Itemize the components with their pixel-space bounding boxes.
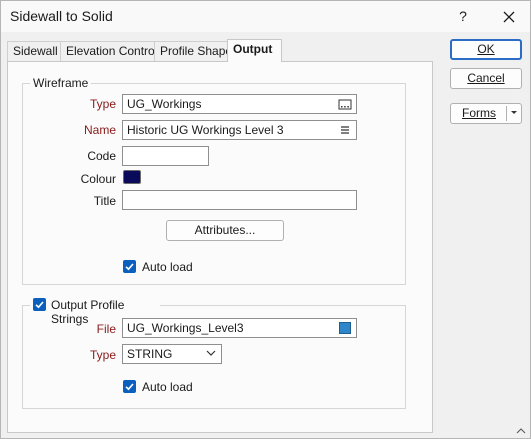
wireframe-type-value: UG_Workings — [127, 97, 202, 111]
dialog-window: Sidewall to Solid ? Sidewall Elevation C… — [0, 0, 531, 439]
list-icon[interactable] — [338, 123, 352, 137]
ok-label: OK — [477, 42, 495, 56]
wireframe-code-field[interactable] — [122, 146, 209, 166]
file-label: File — [96, 322, 116, 336]
profile-type-value: STRING — [127, 347, 173, 361]
wireframe-autoload-checkbox[interactable] — [123, 260, 136, 273]
chevron-down-icon[interactable] — [509, 104, 519, 128]
wireframe-type-field[interactable]: UG_Workings — [122, 94, 357, 114]
window-title: Sidewall to Solid — [10, 8, 113, 24]
forms-label: Forms — [462, 106, 496, 120]
tab-label: Profile Shape — [160, 44, 233, 58]
tab-output[interactable]: Output — [227, 39, 282, 62]
close-icon[interactable] — [498, 6, 520, 28]
wireframe-legend: Wireframe — [30, 76, 92, 90]
profile-autoload-label: Auto load — [142, 380, 193, 394]
profile-autoload-checkbox[interactable] — [123, 380, 136, 393]
name-label: Name — [83, 123, 116, 137]
file-square-icon[interactable] — [338, 321, 352, 335]
tab-label: Elevation Control — [66, 44, 158, 58]
tab-label: Output — [233, 42, 273, 56]
output-profile-strings-checkbox[interactable] — [33, 298, 46, 311]
tab-sidewall[interactable]: Sidewall — [7, 41, 61, 61]
ellipsis-browse-icon[interactable] — [338, 97, 352, 111]
type-label: Type — [89, 97, 116, 111]
help-button[interactable]: ? — [453, 5, 473, 27]
profile-file-value: UG_Workings_Level3 — [127, 321, 244, 335]
resize-grip-icon[interactable] — [515, 424, 527, 436]
wireframe-autoload-label: Auto load — [142, 260, 193, 274]
colour-swatch[interactable] — [123, 170, 141, 184]
attributes-button[interactable]: Attributes... — [166, 220, 284, 241]
colour-label: Colour — [80, 172, 116, 186]
wireframe-title-field[interactable] — [122, 190, 357, 210]
title-bar: Sidewall to Solid ? — [1, 1, 530, 32]
title-label: Title — [93, 194, 116, 208]
code-label: Code — [87, 149, 116, 163]
ok-button[interactable]: OK — [450, 39, 522, 60]
chevron-down-icon — [205, 346, 217, 365]
forms-split-divider — [506, 106, 507, 121]
forms-button[interactable]: Forms — [450, 103, 522, 124]
profile-type-label: Type — [89, 348, 116, 362]
cancel-label: Cancel — [467, 71, 505, 85]
tab-label: Sidewall — [13, 44, 58, 58]
wireframe-name-field[interactable]: Historic UG Workings Level 3 — [122, 120, 357, 140]
tab-elevation-control[interactable]: Elevation Control — [60, 41, 158, 61]
profile-file-field[interactable]: UG_Workings_Level3 — [122, 318, 357, 338]
profile-type-select[interactable]: STRING — [122, 344, 222, 364]
output-tab-panel: Wireframe Type UG_Workings Name Historic… — [7, 61, 433, 433]
profile-legend: Output Profile Strings — [30, 298, 160, 326]
wireframe-name-value: Historic UG Workings Level 3 — [127, 123, 284, 137]
tab-profile-shape[interactable]: Profile Shape — [154, 41, 232, 61]
cancel-button[interactable]: Cancel — [450, 68, 522, 89]
